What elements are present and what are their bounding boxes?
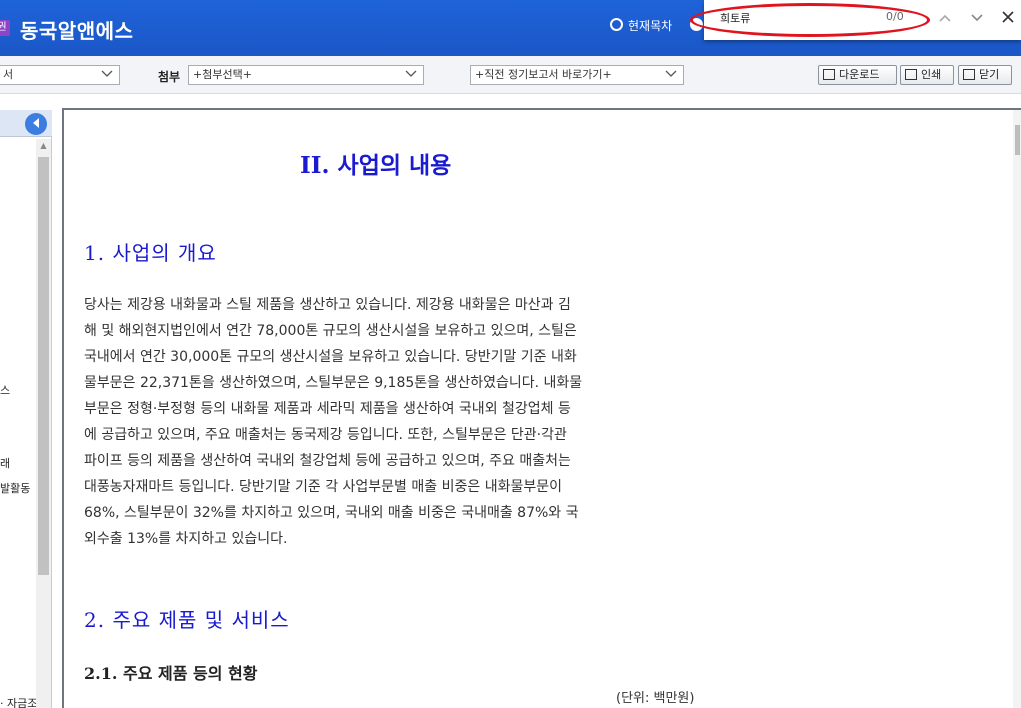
heading-business-overview: 1. 사업의 개요 bbox=[84, 241, 217, 265]
collapse-panel-button[interactable] bbox=[25, 113, 47, 135]
report-select[interactable]: 서 bbox=[0, 65, 120, 85]
attach-label: 첨부 bbox=[158, 70, 181, 84]
report-select-value: 서 bbox=[3, 68, 14, 81]
toc-item-fragment[interactable]: 스 bbox=[0, 382, 10, 398]
chevron-down-icon bbox=[405, 66, 417, 84]
chevron-down-icon bbox=[101, 66, 113, 84]
section-title: II. 사업의 내용 bbox=[300, 152, 452, 179]
paragraph-line: 에 공급하고 있으며, 주요 매출처는 동국제강 등입니다. 또한, 스틸부문은… bbox=[84, 427, 567, 443]
paragraph-line: 파이프 등의 제품을 생산하여 국내외 철강업체 등에 공급하고 있으며, 주요… bbox=[84, 453, 571, 469]
full-toc-radio[interactable] bbox=[690, 18, 703, 31]
app-badge: 권 bbox=[0, 20, 10, 36]
close-button[interactable]: 닫기 bbox=[958, 65, 1012, 85]
periodic-report-value: +직전 정기보고서 바로가기+ bbox=[475, 68, 612, 81]
current-toc-radio[interactable] bbox=[610, 18, 623, 31]
overview-paragraph: 당사는 제강용 내화물과 스틸 제품을 생산하고 있습니다. 제강용 내화물은 … bbox=[84, 292, 688, 552]
toolbar: 서 첨부 +첨부선택+ +직전 정기보고서 바로가기+ 다운로드 인쇄 닫기 bbox=[0, 56, 1021, 94]
paragraph-line: 국내에서 연간 30,000톤 규모의 생산시설을 보유하고 있습니다. 당반기… bbox=[84, 349, 577, 365]
toc-panel-header bbox=[0, 110, 52, 137]
attach-select-value: +첨부선택+ bbox=[193, 68, 252, 81]
printer-icon bbox=[905, 69, 917, 80]
app-title: 동국알앤에스 bbox=[20, 19, 134, 43]
chevron-up-icon[interactable] bbox=[933, 6, 957, 30]
heading-main-products: 2. 주요 제품 및 서비스 bbox=[84, 608, 290, 632]
find-bar: 0/0 bbox=[704, 0, 1021, 40]
print-button[interactable]: 인쇄 bbox=[900, 65, 954, 85]
paragraph-line: 물부문은 22,371톤을 생산하였으며, 스틸부문은 9,185톤을 생산하였… bbox=[84, 375, 583, 391]
paragraph-line: 대풍농자재마트 등입니다. 당반기말 기준 각 사업부문별 매출 비중은 내화물… bbox=[84, 479, 562, 495]
print-label: 인쇄 bbox=[921, 68, 942, 81]
periodic-report-select[interactable]: +직전 정기보고서 바로가기+ bbox=[470, 65, 684, 85]
scroll-up-icon[interactable]: ▲ bbox=[37, 141, 50, 153]
toc-item-fragment[interactable]: 래 bbox=[0, 455, 20, 471]
document-scrollbar[interactable] bbox=[1013, 110, 1021, 708]
chevron-down-icon bbox=[665, 66, 677, 84]
toc-item-fragment[interactable]: 발활동 bbox=[0, 480, 36, 496]
paragraph-line: 해 및 해외현지법인에서 연간 78,000톤 규모의 생산시설을 보유하고 있… bbox=[84, 323, 577, 339]
unit-note: (단위: 백만원) bbox=[616, 691, 695, 706]
find-input[interactable] bbox=[720, 9, 890, 27]
paragraph-line: 68%, 스틸부문이 32%를 차지하고 있으며, 국내외 매출 비중은 국내매… bbox=[84, 505, 579, 521]
close-icon[interactable] bbox=[996, 6, 1020, 30]
paragraph-line: 부문은 정형·부정형 등의 내화물 제품과 세라믹 제품을 생산하여 국내외 철… bbox=[84, 401, 571, 417]
current-toc-label: 현재목차 bbox=[628, 19, 673, 33]
attach-select[interactable]: +첨부선택+ bbox=[188, 65, 424, 85]
paragraph-line: 당사는 제강용 내화물과 스틸 제품을 생산하고 있습니다. 제강용 내화물은 … bbox=[84, 297, 571, 313]
download-button[interactable]: 다운로드 bbox=[818, 65, 897, 85]
paragraph-line: 외수출 13%를 차지하고 있습니다. bbox=[84, 531, 288, 547]
document-scroll-thumb[interactable] bbox=[1015, 125, 1020, 155]
close-label: 닫기 bbox=[979, 68, 1000, 81]
find-count: 0/0 bbox=[886, 10, 904, 23]
download-label: 다운로드 bbox=[839, 68, 880, 81]
toc-scroll-thumb[interactable] bbox=[38, 157, 49, 575]
toc-item-fragment[interactable]: · 자금조 bbox=[0, 695, 36, 708]
toc-panel: ▲ 스 래 발활동 · 자금조 bbox=[0, 110, 52, 708]
list-icon bbox=[963, 69, 975, 80]
chevron-down-icon[interactable] bbox=[965, 6, 989, 30]
monitor-icon bbox=[823, 69, 835, 80]
subheading-product-status: 2.1. 주요 제품 등의 현황 bbox=[84, 664, 258, 683]
